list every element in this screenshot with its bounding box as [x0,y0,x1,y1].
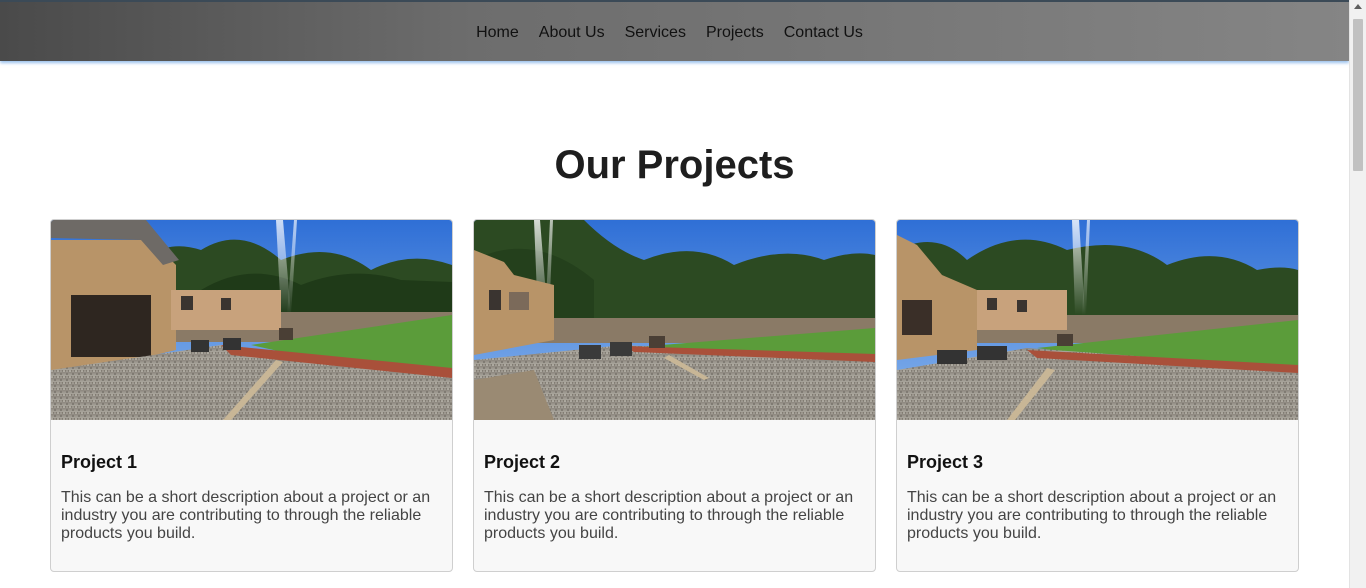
project-description: This can be a short description about a … [61,489,431,542]
project-card[interactable]: Project 3 This can be a short descriptio… [896,219,1299,572]
project-description: This can be a short description about a … [484,489,854,542]
scroll-up-arrow-icon[interactable] [1354,4,1362,9]
nav-link-services[interactable]: Services [625,2,686,63]
page-title: Our Projects [554,143,795,187]
nav-links: Home About Us Services Projects Contact … [0,2,1349,63]
project-description: This can be a short description about a … [907,489,1277,542]
project-title: Project 1 [61,452,138,472]
nav-link-home[interactable]: Home [476,2,519,63]
nav-link-projects[interactable]: Projects [706,2,764,63]
project-card[interactable]: Project 1 This can be a short descriptio… [50,219,453,572]
project-2-photo [474,220,875,420]
project-card-body: Project 1 This can be a short descriptio… [51,420,452,543]
project-title: Project 3 [907,452,984,472]
projects-grid: Project 1 This can be a short descriptio… [50,219,1299,572]
nav-link-contact-us[interactable]: Contact Us [784,2,863,63]
project-card-body: Project 3 This can be a short descriptio… [897,420,1298,543]
project-card-body: Project 2 This can be a short descriptio… [474,420,875,543]
top-navbar: Home About Us Services Projects Contact … [0,0,1349,61]
project-3-photo [897,220,1298,420]
project-1-photo [51,220,452,420]
scroll-thumb[interactable] [1353,19,1363,171]
project-title: Project 2 [484,452,561,472]
nav-link-about-us[interactable]: About Us [539,2,605,63]
project-card[interactable]: Project 2 This can be a short descriptio… [473,219,876,572]
page-scrollbar[interactable] [1349,0,1366,588]
